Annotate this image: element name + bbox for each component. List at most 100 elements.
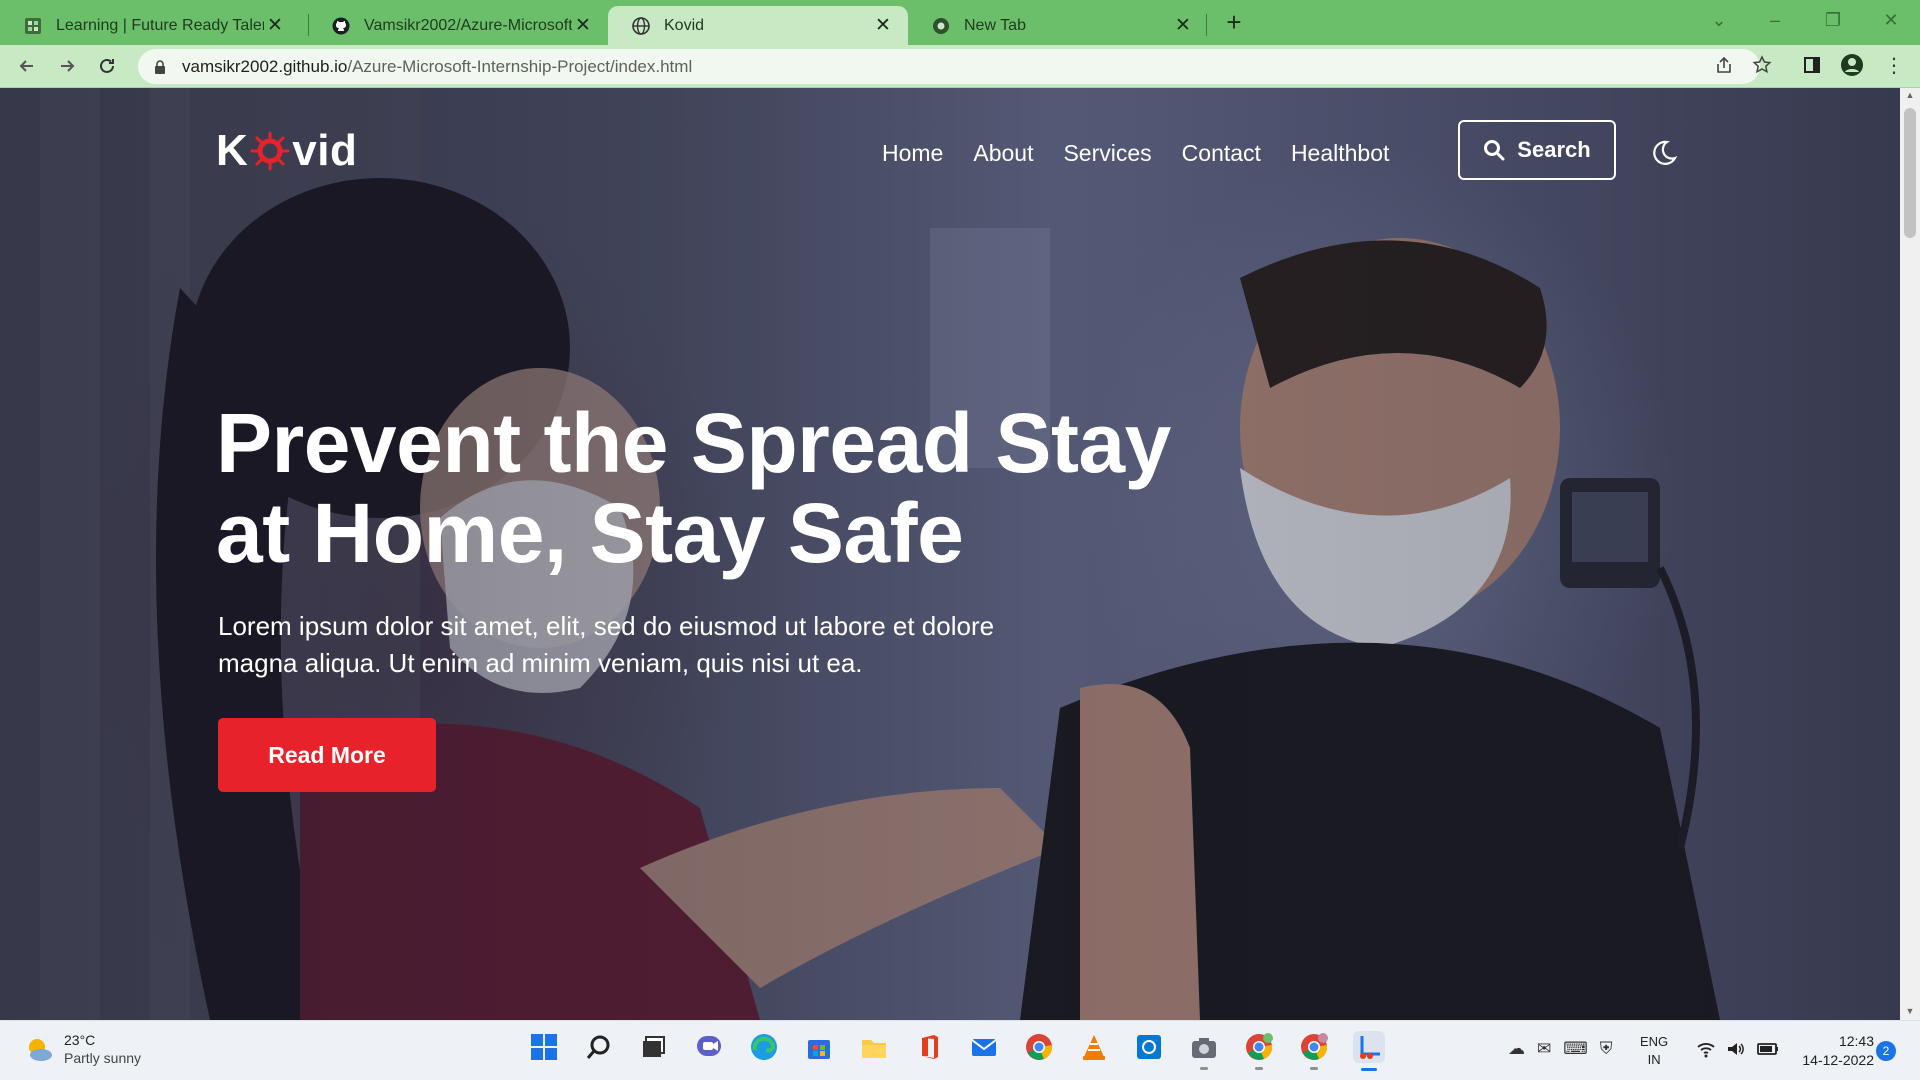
tab-title: New Tab [964,16,1026,34]
weather-widget[interactable]: 23°C Partly sunny [24,1031,141,1067]
site-header: K vid Home About Services Contact Health… [0,88,1900,198]
back-arrow-icon[interactable] [12,51,42,81]
scrollbar-thumb[interactable] [1904,108,1916,238]
minimize-icon[interactable]: – [1760,8,1790,32]
close-window-icon[interactable]: ✕ [1876,8,1906,32]
virus-icon [250,131,290,171]
app-icon[interactable] [1133,1031,1165,1063]
taskbar-apps [528,1031,1385,1071]
url-path: /Azure-Microsoft-Internship-Project/inde… [347,56,693,76]
tab-title: Vamsikr2002/Azure-Microsoft-Internship-P… [364,16,572,34]
camera-icon[interactable] [1188,1031,1220,1070]
search-label: Search [1517,137,1591,162]
url-host: vamsikr2002.github.io [182,56,348,76]
store-icon[interactable] [803,1031,835,1063]
lock-icon [155,59,165,74]
system-clock[interactable]: 12:43 14-12-2022 [1792,1032,1874,1070]
close-tab-icon[interactable]: ✕ [872,15,894,37]
tab-kovid[interactable]: Kovid ✕ [608,6,908,45]
read-more-button[interactable]: Read More [218,718,436,792]
chrome-icon[interactable] [1023,1031,1055,1063]
close-tab-icon[interactable]: ✕ [572,15,594,37]
tab-divider [1206,14,1207,36]
weather-condition: Partly sunny [64,1050,142,1066]
clock-date: 14-12-2022 [1802,1052,1874,1068]
security-shield-icon[interactable]: ⛨ [1600,1039,1613,1059]
search-button[interactable]: Search [1458,120,1616,180]
close-tab-icon[interactable]: ✕ [264,15,286,37]
windows-start-icon[interactable] [528,1031,560,1063]
hero-description: Lorem ipsum dolor sit amet, elit, sed do… [218,611,995,678]
search-icon[interactable] [583,1031,615,1063]
vlc-icon[interactable] [1078,1031,1110,1063]
file-explorer-icon[interactable] [858,1031,890,1063]
nav-about[interactable]: About [973,140,1033,167]
bookmark-star-icon[interactable] [1750,53,1774,77]
page-scrollbar[interactable]: ▲ ▼ [1900,88,1920,1020]
nav-healthbot[interactable]: Healthbot [1291,140,1389,167]
input-language[interactable]: ENG IN [1640,1033,1668,1069]
share-icon[interactable] [1712,53,1736,77]
logo-text-suffix: vid [292,126,358,175]
quick-settings[interactable] [1696,1039,1780,1059]
scroll-up-icon[interactable]: ▲ [1905,90,1915,100]
onedrive-icon[interactable]: ☁ [1508,1039,1525,1059]
scroll-down-icon[interactable]: ▼ [1905,1006,1915,1016]
hero-section: K vid Home About Services Contact Health… [0,88,1900,1020]
new-tab-button[interactable]: + [1220,7,1248,37]
side-panel-icon[interactable] [1800,53,1824,77]
nav-services[interactable]: Services [1063,140,1151,167]
snipping-tool-icon[interactable] [1353,1031,1385,1071]
system-tray: ☁ ✉ ⌨ ⛨ [1508,1039,1613,1059]
tab-future-ready[interactable]: Learning | Future Ready Talent ✕ [0,6,300,45]
gmail-icon[interactable]: ✉ [1537,1039,1551,1059]
tab-title: Learning | Future Ready Talent [56,16,264,34]
browser-toolbar: vamsikr2002.github.io/Azure-Microsoft-In… [0,45,1920,88]
nav-home[interactable]: Home [882,140,943,167]
running-indicator [1200,1067,1208,1070]
partly-sunny-icon [29,1039,52,1061]
moon-icon[interactable] [1648,138,1678,168]
battery-icon [1757,1043,1778,1055]
running-indicator [1310,1067,1318,1070]
region-code: IN [1647,1052,1661,1067]
future-ready-icon [24,17,42,35]
logo-text-prefix: K [216,126,249,175]
weather-temperature: 23°C [64,1032,96,1048]
chrome-profile-2-icon[interactable] [1298,1031,1330,1070]
notification-badge[interactable]: 2 [1876,1041,1896,1061]
chrome-profile-icon[interactable] [1243,1031,1275,1070]
tab-search-icon[interactable]: ⌄ [1704,8,1734,32]
teams-chat-icon[interactable] [693,1031,725,1063]
main-nav: Home About Services Contact Healthbot [882,140,1389,167]
wifi-icon [1697,1043,1715,1058]
profile-avatar-icon[interactable] [1840,53,1864,77]
reload-icon[interactable] [92,51,122,81]
hero-title: Prevent the Spread Stay at Home, Stay Sa… [216,396,1171,580]
tab-github[interactable]: Vamsikr2002/Azure-Microsoft-Internship-P… [308,6,608,45]
restore-icon[interactable]: ❐ [1818,8,1848,32]
nav-contact[interactable]: Contact [1182,140,1261,167]
task-view-icon[interactable] [638,1031,670,1063]
chrome-icon [932,17,950,35]
address-bar[interactable]: vamsikr2002.github.io/Azure-Microsoft-In… [138,49,1760,84]
volume-icon [1728,1043,1744,1055]
language-code: ENG [1640,1034,1669,1049]
office-icon[interactable] [913,1031,945,1063]
tab-title: Kovid [664,16,705,34]
clock-time: 12:43 [1838,1033,1874,1049]
mail-icon[interactable] [968,1031,1000,1063]
edge-icon[interactable] [748,1031,780,1063]
globe-icon [632,16,650,35]
kovid-logo[interactable]: K vid [216,126,357,176]
running-indicator [1255,1067,1263,1070]
tab-new-tab[interactable]: New Tab ✕ [908,6,1208,45]
forward-arrow-icon[interactable] [52,51,82,81]
windows-taskbar: 23°C Partly sunny ☁ ✉ ⌨ ⛨ ENG IN 12:43 1… [0,1020,1920,1080]
search-icon [1484,140,1505,161]
github-icon [332,17,350,35]
close-tab-icon[interactable]: ✕ [1172,15,1194,37]
browser-tab-strip: Learning | Future Ready Talent ✕ Vamsikr… [0,0,1920,45]
language-bar-icon[interactable]: ⌨ [1563,1039,1588,1059]
more-menu-icon[interactable]: ⋮ [1882,53,1906,77]
